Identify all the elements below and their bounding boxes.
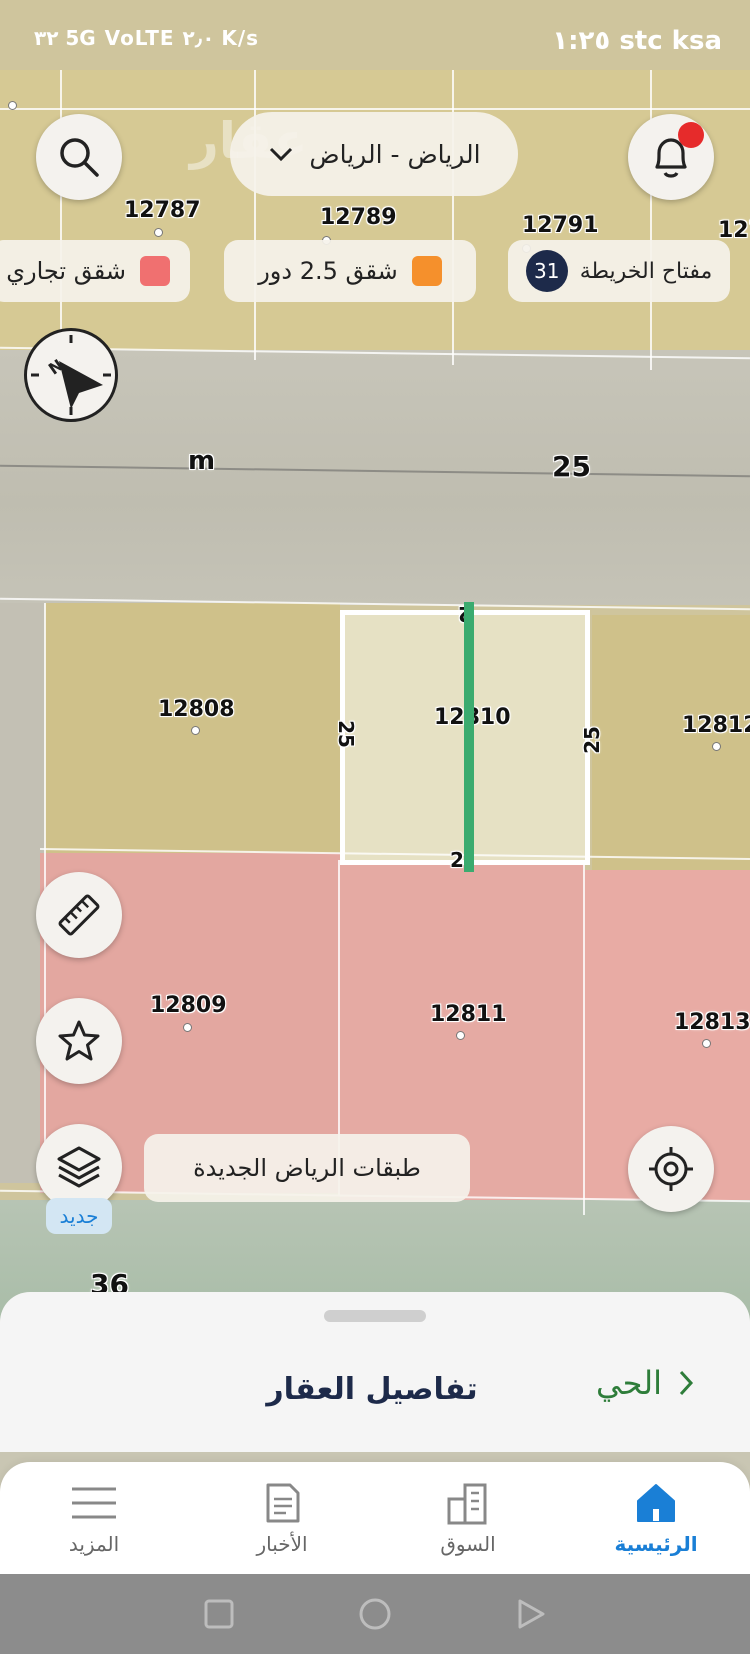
nav-more[interactable]: المزيد [24, 1480, 164, 1556]
sheet-title: تفاصيل العقار [266, 1372, 478, 1407]
chevron-right-icon [679, 1370, 693, 1396]
layers-label-pill[interactable]: طبقات الرياض الجديدة [144, 1134, 470, 1202]
legend-floors-swatch [411, 256, 442, 286]
back-icon[interactable] [516, 1598, 546, 1630]
parcel-label: 12791 [522, 213, 599, 238]
nav-more-label: المزيد [68, 1532, 120, 1556]
news-icon [266, 1483, 300, 1523]
home-icon [637, 1484, 675, 1522]
map-view[interactable]: عقار 12787 12789 12791 127 m 25 12808 12… [0, 0, 750, 1320]
parcel-dot [702, 1039, 711, 1048]
bottom-navigation: المزيد الأخبار السوق الرئيسية [0, 1462, 750, 1574]
parcel-label: 12809 [150, 993, 227, 1018]
nav-market-label: السوق [440, 1532, 496, 1556]
parcel-label: 127 [718, 218, 750, 243]
status-bar: ٣٢ 5G VoLTE ٢٫٠ K/s ١:٢٥ stc ksa [0, 0, 750, 72]
nav-market[interactable]: السوق [398, 1480, 538, 1556]
home-circle-icon[interactable] [358, 1597, 392, 1631]
chevron-down-icon [270, 147, 293, 162]
compass-button[interactable]: N [24, 328, 118, 422]
parcel-dot [8, 101, 17, 110]
system-navigation-bar [0, 1574, 750, 1654]
menu-icon [72, 1487, 116, 1519]
parcel-dot [456, 1031, 465, 1040]
parcel-label: 12811 [430, 1002, 507, 1027]
legend-commercial-label: شقق تجاري [6, 257, 126, 285]
star-icon [58, 1020, 100, 1061]
layers-icon [57, 1146, 101, 1188]
favorites-button[interactable] [36, 998, 122, 1084]
nav-home[interactable]: الرئيسية [586, 1480, 726, 1556]
nav-news[interactable]: الأخبار [212, 1480, 352, 1556]
legend-commercial-swatch [140, 256, 170, 286]
parcel-dot [183, 1023, 192, 1032]
legend-floors-label: شقق 2.5 دور [258, 257, 398, 285]
measure-button[interactable] [36, 872, 122, 958]
recents-icon[interactable] [204, 1599, 234, 1629]
nav-home-label: الرئيسية [614, 1532, 698, 1556]
grid-line [60, 70, 62, 355]
notification-badge [678, 122, 704, 148]
nav-news-label: الأخبار [256, 1532, 308, 1556]
dimension-right: 25 [579, 726, 604, 754]
property-details-sheet[interactable]: تفاصيل العقار الحي [0, 1292, 750, 1452]
road-label-m: m [188, 446, 216, 476]
crosshair-icon [649, 1147, 693, 1191]
dimension-bottom: 2 [450, 848, 464, 872]
road-width-label: 25 [552, 450, 591, 483]
legend-commercial[interactable]: شقق تجاري [0, 240, 190, 302]
dimension-left: 25 [333, 720, 358, 748]
building-icon [447, 1483, 487, 1525]
ruler-icon [58, 894, 100, 936]
parcel-label: 12808 [158, 697, 235, 722]
search-button[interactable] [36, 114, 122, 200]
locate-button[interactable] [628, 1126, 714, 1212]
location-selector[interactable]: الرياض - الرياض [230, 112, 518, 196]
legend-floors[interactable]: شقق 2.5 دور [224, 240, 476, 302]
measurement-line [464, 602, 474, 872]
map-key-button[interactable]: 31 مفتاح الخريطة [508, 240, 730, 302]
parcel-12812-area[interactable] [592, 615, 750, 870]
parcel-dot [154, 228, 163, 237]
map-key-label: مفتاح الخريطة [579, 258, 713, 284]
layers-label: طبقات الرياض الجديدة [193, 1154, 421, 1182]
sheet-drag-handle[interactable] [324, 1310, 426, 1322]
grid-line [650, 70, 652, 370]
grid-line [583, 865, 585, 1215]
location-label: الرياض - الرياض [309, 139, 481, 169]
map-key-count: 31 [525, 250, 568, 292]
parcel-dot [712, 742, 721, 751]
search-icon [60, 138, 99, 177]
parcel-dot [191, 726, 200, 735]
parcel-label: 12812 [682, 713, 750, 738]
parcel-label: 12813 [674, 1010, 750, 1035]
compass-icon: N [31, 335, 111, 415]
new-badge: جديد [46, 1198, 112, 1234]
notifications-button[interactable] [628, 114, 714, 200]
district-link-label: الحي [596, 1364, 662, 1402]
district-link[interactable]: الحي [596, 1364, 696, 1402]
parcel-label: 12789 [320, 205, 397, 230]
parcel-left-strip [0, 603, 45, 1183]
status-time-carrier: ١:٢٥ stc ksa [552, 26, 722, 56]
grid-line [0, 108, 750, 110]
parcel-label: 12787 [124, 198, 201, 223]
status-signal: ٣٢ 5G VoLTE ٢٫٠ K/s [34, 26, 260, 50]
